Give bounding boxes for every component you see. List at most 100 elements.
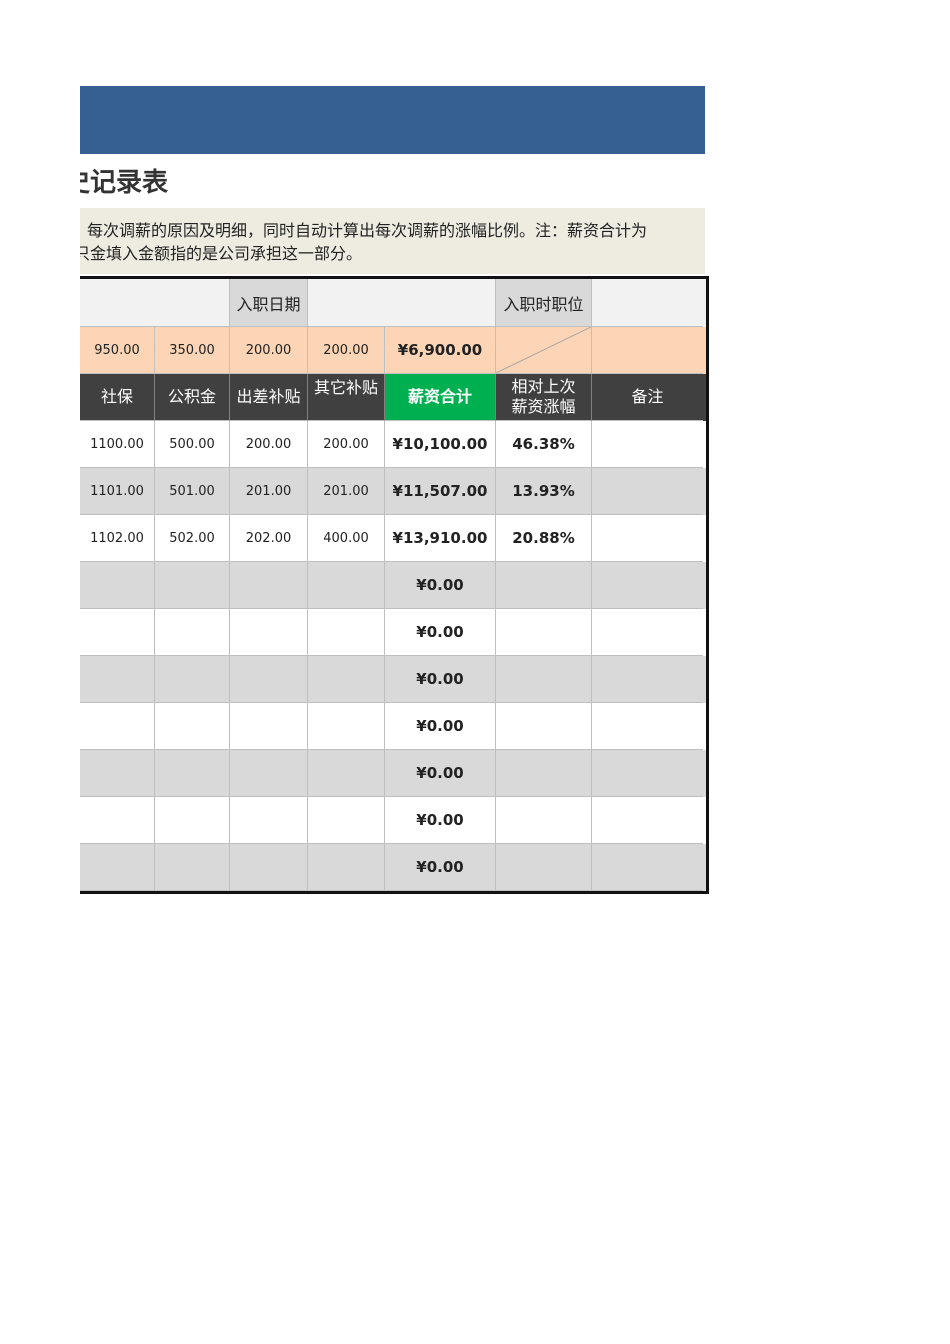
cell-other-allowance[interactable]: 400.00 (308, 515, 385, 562)
cell-housing-fund[interactable] (155, 656, 230, 703)
cell-travel-allowance[interactable] (230, 844, 308, 891)
cell-other-allowance[interactable] (308, 750, 385, 797)
hire-date-value[interactable] (308, 279, 496, 327)
base-remark[interactable] (592, 327, 703, 374)
note-line-2: 只金填入金额指的是公司承担这一部分。 (80, 244, 363, 263)
cell-remark[interactable] (592, 609, 703, 656)
cell-social-insurance[interactable] (80, 797, 155, 844)
header-salary-total: 薪资合计 (385, 374, 496, 421)
hire-date-label: 入职日期 (230, 279, 308, 327)
cell-salary-total: ¥13,910.00 (385, 515, 496, 562)
table-row: ¥0.00 (80, 609, 706, 656)
cell-travel-allowance[interactable] (230, 797, 308, 844)
table-row: 1101.00 501.00 201.00 201.00 ¥11,507.00 13.93… (80, 468, 706, 515)
hire-position-value[interactable] (592, 279, 703, 327)
header-remark: 备注 (592, 374, 703, 421)
cell-salary-total: ¥0.00 (385, 609, 496, 656)
base-other-allowance[interactable]: 200.00 (308, 327, 385, 374)
cell-social-insurance[interactable] (80, 609, 155, 656)
cell-remark[interactable] (592, 750, 703, 797)
cell-remark[interactable] (592, 703, 703, 750)
cell-raise-pct: 46.38% (496, 421, 592, 468)
cell-housing-fund[interactable] (155, 703, 230, 750)
cell-other-allowance[interactable] (308, 609, 385, 656)
cell-social-insurance[interactable] (80, 703, 155, 750)
cell-social-insurance[interactable] (80, 562, 155, 609)
instruction-note: 每次调薪的原因及明细，同时自动计算出每次调薪的涨幅比例。注：薪资合计为 只金填入… (80, 208, 705, 274)
base-housing-fund[interactable]: 350.00 (155, 327, 230, 374)
cell-travel-allowance[interactable] (230, 562, 308, 609)
cell-social-insurance[interactable]: 1100.00 (80, 421, 155, 468)
cell-remark[interactable] (592, 656, 703, 703)
cell-housing-fund[interactable]: 500.00 (155, 421, 230, 468)
cell-raise-pct (496, 703, 592, 750)
table-row: ¥0.00 (80, 844, 706, 894)
header-raise-pct: 相对上次薪资涨幅 (496, 374, 592, 421)
cell-housing-fund[interactable] (155, 609, 230, 656)
cell-social-insurance[interactable]: 1102.00 (80, 515, 155, 562)
cell-remark[interactable] (592, 468, 703, 515)
table-row: ¥0.00 (80, 656, 706, 703)
cell-remark[interactable] (592, 562, 703, 609)
cell-other-allowance[interactable] (308, 703, 385, 750)
cell-social-insurance[interactable] (80, 844, 155, 891)
cell-housing-fund[interactable] (155, 750, 230, 797)
employee-info-row: 入职日期 入职时职位 (80, 276, 706, 327)
cell-housing-fund[interactable] (155, 797, 230, 844)
cell-other-allowance[interactable] (308, 844, 385, 891)
cell-remark[interactable] (592, 421, 703, 468)
note-line-1: 每次调薪的原因及明细，同时自动计算出每次调薪的涨幅比例。注：薪资合计为 (87, 221, 648, 240)
cell-salary-total: ¥0.00 (385, 750, 496, 797)
hire-position-label: 入职时职位 (496, 279, 592, 327)
base-social-insurance[interactable]: 950.00 (80, 327, 155, 374)
cell-salary-total: ¥0.00 (385, 797, 496, 844)
cell-other-allowance[interactable]: 201.00 (308, 468, 385, 515)
table-row: ¥0.00 (80, 562, 706, 609)
cell-other-allowance[interactable] (308, 562, 385, 609)
cell-salary-total: ¥10,100.00 (385, 421, 496, 468)
table-header-row: 社保 公积金 出差补贴 其它补贴 薪资合计 相对上次薪资涨幅 备注 (80, 374, 706, 421)
table-row: ¥0.00 (80, 703, 706, 750)
cell-salary-total: ¥0.00 (385, 844, 496, 891)
cell-remark[interactable] (592, 515, 703, 562)
info-blank-cell[interactable] (80, 279, 230, 327)
cell-travel-allowance[interactable] (230, 703, 308, 750)
cell-other-allowance[interactable] (308, 797, 385, 844)
sheet-title: 史记录表 (80, 163, 705, 203)
sheet-title-text: 史记录表 (80, 168, 169, 198)
cell-travel-allowance[interactable] (230, 750, 308, 797)
cell-salary-total: ¥0.00 (385, 703, 496, 750)
cell-travel-allowance[interactable]: 200.00 (230, 421, 308, 468)
base-total: ¥6,900.00 (385, 327, 496, 374)
cell-housing-fund[interactable] (155, 844, 230, 891)
salary-history-table: 入职日期 入职时职位 950.00 350.00 200.00 200.00 ¥… (80, 276, 709, 894)
cell-social-insurance[interactable] (80, 656, 155, 703)
cell-other-allowance[interactable]: 200.00 (308, 421, 385, 468)
cell-raise-pct (496, 750, 592, 797)
cell-salary-total: ¥11,507.00 (385, 468, 496, 515)
title-banner (80, 86, 705, 154)
cell-housing-fund[interactable]: 501.00 (155, 468, 230, 515)
cell-housing-fund[interactable]: 502.00 (155, 515, 230, 562)
cell-raise-pct (496, 656, 592, 703)
cell-social-insurance[interactable]: 1101.00 (80, 468, 155, 515)
cell-raise-pct: 20.88% (496, 515, 592, 562)
cell-raise-pct: 13.93% (496, 468, 592, 515)
header-travel-allowance: 出差补贴 (230, 374, 308, 421)
cell-housing-fund[interactable] (155, 562, 230, 609)
base-travel-allowance[interactable]: 200.00 (230, 327, 308, 374)
cell-travel-allowance[interactable]: 202.00 (230, 515, 308, 562)
cell-social-insurance[interactable] (80, 750, 155, 797)
table-row: ¥0.00 (80, 797, 706, 844)
cell-travel-allowance[interactable]: 201.00 (230, 468, 308, 515)
cell-travel-allowance[interactable] (230, 609, 308, 656)
cell-remark[interactable] (592, 797, 703, 844)
cell-remark[interactable] (592, 844, 703, 891)
diagonal-line-icon (496, 327, 591, 373)
cell-travel-allowance[interactable] (230, 656, 308, 703)
header-social-insurance: 社保 (80, 374, 155, 421)
cell-other-allowance[interactable] (308, 656, 385, 703)
table-row: 1102.00 502.00 202.00 400.00 ¥13,910.00 20.88… (80, 515, 706, 562)
cell-raise-pct (496, 609, 592, 656)
base-pct-diagonal-cell (496, 327, 592, 374)
